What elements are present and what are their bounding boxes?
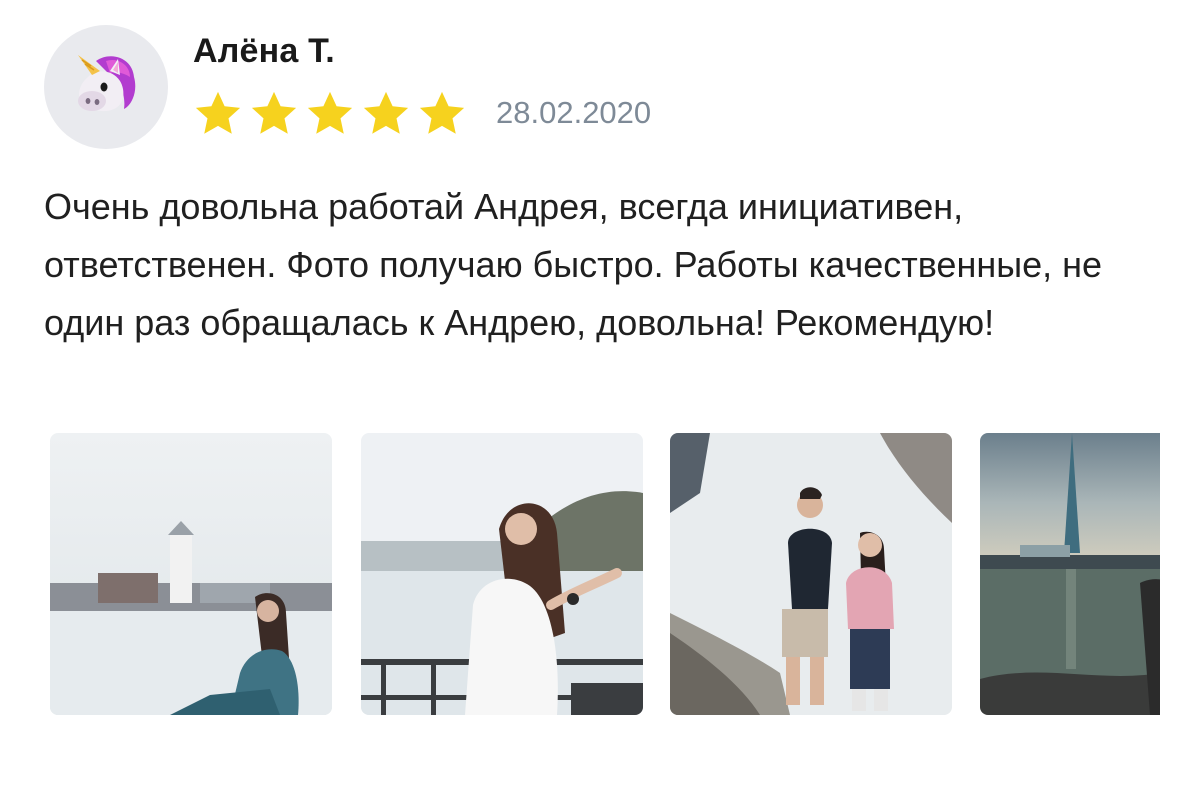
- star-icon: [307, 91, 353, 134]
- unicorn-icon: [78, 55, 136, 112]
- star-icon: [419, 91, 465, 134]
- review-text: Очень довольна работай Андрея, всегда ин…: [44, 186, 1103, 343]
- review-card: Алёна Т. 28.02.2020 Очень довольна работ…: [0, 0, 1200, 800]
- star-icon: [195, 91, 241, 134]
- author-name[interactable]: Алёна Т.: [193, 32, 335, 71]
- star-icon: [363, 91, 409, 134]
- photo-couple-on-rocks[interactable]: [670, 433, 952, 715]
- photo-woman-sitting-by-water[interactable]: [50, 433, 332, 715]
- photo-tower-by-water[interactable]: [980, 433, 1160, 715]
- star-icon: [251, 91, 297, 134]
- photo-woman-at-railing[interactable]: [361, 433, 643, 715]
- review-date: 28.02.2020: [496, 95, 652, 130]
- photo-gallery[interactable]: [50, 433, 1160, 715]
- rating-stars: [190, 88, 470, 140]
- avatar[interactable]: [44, 25, 168, 149]
